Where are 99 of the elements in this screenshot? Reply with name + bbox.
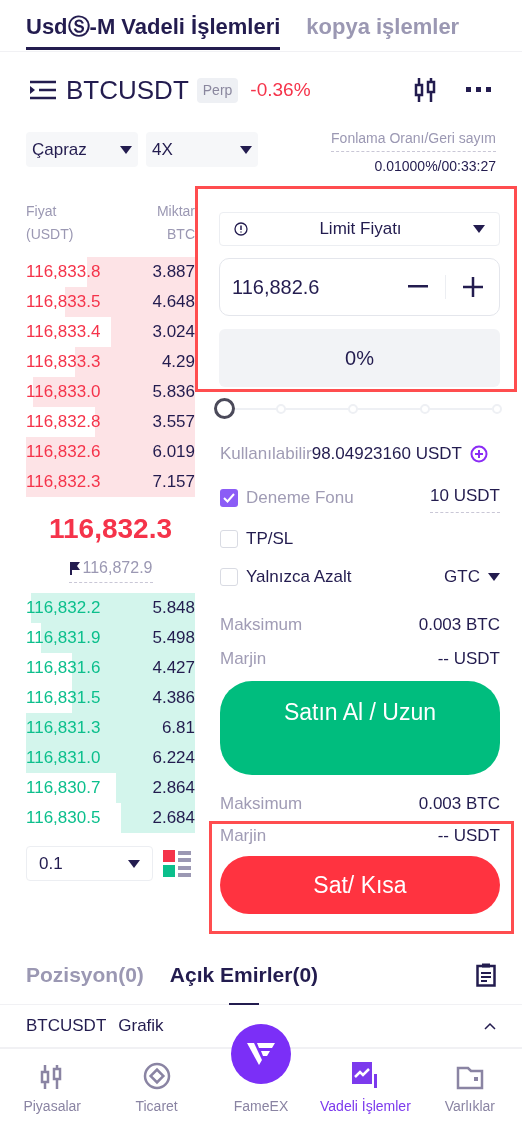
price-input[interactable]: 116,882.6 bbox=[219, 258, 500, 316]
price-cell-text: 116,832.8 bbox=[26, 411, 101, 434]
funding-value: 0.01000%/00:33:27 bbox=[374, 157, 496, 176]
margin-value: -- USDT bbox=[437, 825, 500, 848]
nav-item[interactable]: Vadeli İşlemler bbox=[313, 1062, 418, 1117]
chevron-up-icon[interactable] bbox=[484, 1022, 496, 1030]
mark-price: 116,872.9 bbox=[82, 557, 153, 578]
target-icon bbox=[142, 1062, 171, 1090]
book-layout-icon[interactable] bbox=[163, 849, 191, 878]
price-cell-text: 116,830.7 bbox=[26, 777, 101, 800]
available-value: 98.04923160 USDT bbox=[311, 443, 462, 466]
caret-icon bbox=[473, 225, 485, 233]
chart-symbol: BTCUSDT bbox=[26, 1015, 107, 1038]
quantity-cell-text: 2.864 bbox=[152, 777, 195, 800]
option-label: TP/SL bbox=[246, 528, 294, 551]
price-cell-text: 116,831.5 bbox=[26, 687, 101, 710]
caret-icon bbox=[128, 859, 140, 868]
checkbox[interactable] bbox=[220, 489, 238, 507]
leverage-select[interactable]: 4X bbox=[146, 132, 258, 167]
quantity-cell-text: 3.887 bbox=[152, 261, 195, 284]
price-change: -0.36% bbox=[250, 77, 311, 102]
header-tab[interactable]: UsdⓈ-M Vadeli İşlemleri bbox=[26, 10, 281, 50]
nav-item[interactable]: Ticaret bbox=[104, 1062, 209, 1117]
price-cell-text: 116,833.8 bbox=[26, 261, 101, 284]
perp-badge: Perp bbox=[196, 77, 239, 103]
plus-icon[interactable] bbox=[463, 277, 483, 297]
quantity-cell-text: 6.019 bbox=[152, 441, 195, 464]
max-value: 0.003 BTC bbox=[418, 614, 500, 637]
add-icon[interactable] bbox=[469, 445, 488, 463]
column-header: Fiyat bbox=[26, 202, 58, 221]
price-cell-text: 116,833.0 bbox=[26, 381, 101, 404]
column-header: BTC bbox=[167, 225, 195, 244]
symbol-name[interactable]: BTCUSDT bbox=[66, 70, 189, 110]
slider-thumb[interactable] bbox=[214, 398, 235, 419]
column-header: (USDT) bbox=[26, 225, 74, 244]
margin-label: Marjin bbox=[220, 648, 267, 671]
chart-label[interactable]: Grafik bbox=[118, 1013, 164, 1039]
minus-icon[interactable] bbox=[408, 285, 428, 289]
logo-icon[interactable] bbox=[231, 1024, 291, 1084]
info-icon bbox=[234, 222, 248, 236]
more-icon[interactable] bbox=[466, 87, 492, 93]
order-type-select[interactable]: Limit Fiyatı bbox=[219, 212, 500, 246]
order-tab[interactable]: Açık Emirler(0) bbox=[169, 944, 319, 1005]
sell-short-button[interactable]: Sat/ Kısa bbox=[220, 856, 500, 914]
margin-mode-select[interactable]: Çapraz bbox=[26, 132, 138, 167]
quantity-cell-text: 3.024 bbox=[152, 321, 195, 344]
price-cell-text: 116,832.2 bbox=[26, 597, 101, 620]
quantity-cell-text: 6.224 bbox=[152, 747, 195, 770]
max-value: 0.003 BTC bbox=[418, 793, 500, 816]
clipboard-icon[interactable] bbox=[476, 962, 496, 987]
margin-label: Marjin bbox=[220, 825, 267, 848]
quantity-cell-text: 6.81 bbox=[161, 717, 195, 740]
quantity-cell-text: 4.29 bbox=[161, 351, 195, 374]
price-cell-text: 116,833.3 bbox=[26, 351, 101, 374]
max-label: Maksimum bbox=[220, 793, 303, 816]
option-label: Deneme Fonu bbox=[246, 487, 354, 510]
price-cell-text: 116,832.6 bbox=[26, 441, 101, 464]
margin-value: -- USDT bbox=[437, 648, 500, 671]
quantity-cell-text: 5.836 bbox=[152, 381, 195, 404]
flag-icon bbox=[68, 560, 81, 575]
price-cell-text: 116,831.9 bbox=[26, 627, 101, 650]
chart-icon bbox=[352, 1062, 379, 1090]
price-cell-text: 116,832.3 bbox=[26, 471, 101, 494]
nav-item[interactable]: Piyasalar bbox=[0, 1064, 105, 1117]
caret-icon bbox=[240, 145, 252, 154]
price-cell-text: 116,833.4 bbox=[26, 321, 101, 344]
price-cell-text: 116,831.3 bbox=[26, 717, 101, 740]
caret-icon bbox=[488, 573, 500, 581]
option-label: Yalnızca Azalt bbox=[246, 566, 352, 589]
last-price: 116,832.3 bbox=[49, 511, 172, 546]
checkbox[interactable] bbox=[220, 530, 238, 548]
checkbox[interactable] bbox=[220, 568, 238, 586]
wallet-icon bbox=[455, 1064, 484, 1090]
price-cell-text: 116,833.5 bbox=[26, 291, 101, 314]
option-value[interactable]: 10 USDT bbox=[430, 483, 500, 513]
quantity-cell-text: 7.157 bbox=[152, 471, 195, 494]
caret-icon bbox=[120, 145, 132, 154]
candlestick-icon[interactable] bbox=[414, 77, 436, 103]
available-label: Kullanılabilir bbox=[220, 443, 312, 466]
quantity-cell-text: 2.684 bbox=[152, 807, 195, 830]
price-cell-text: 116,831.0 bbox=[26, 747, 101, 770]
precision-select[interactable]: 0.1 bbox=[26, 846, 153, 881]
price-cell-text: 116,830.5 bbox=[26, 807, 101, 830]
percent-field[interactable]: 0% bbox=[219, 329, 500, 387]
quantity-cell-text: 5.848 bbox=[152, 597, 195, 620]
menu-icon[interactable] bbox=[30, 80, 56, 100]
amount-slider[interactable] bbox=[214, 398, 502, 420]
max-label: Maksimum bbox=[220, 614, 303, 637]
nav-item[interactable]: FameEX bbox=[208, 1024, 314, 1117]
funding-label: Fonlama Oranı/Geri sayım bbox=[331, 128, 496, 152]
quantity-cell-text: 4.648 bbox=[152, 291, 195, 314]
price-cell-text: 116,831.6 bbox=[26, 657, 101, 680]
column-header: Miktar bbox=[156, 202, 195, 221]
quantity-cell-text: 4.427 bbox=[152, 657, 195, 680]
time-in-force-select[interactable]: GTC bbox=[444, 564, 500, 590]
quantity-cell-text: 5.498 bbox=[152, 627, 195, 650]
quantity-cell-text: 4.386 bbox=[152, 687, 195, 710]
quantity-cell-text: 3.557 bbox=[152, 411, 195, 434]
nav-item[interactable]: Varlıklar bbox=[417, 1064, 522, 1117]
